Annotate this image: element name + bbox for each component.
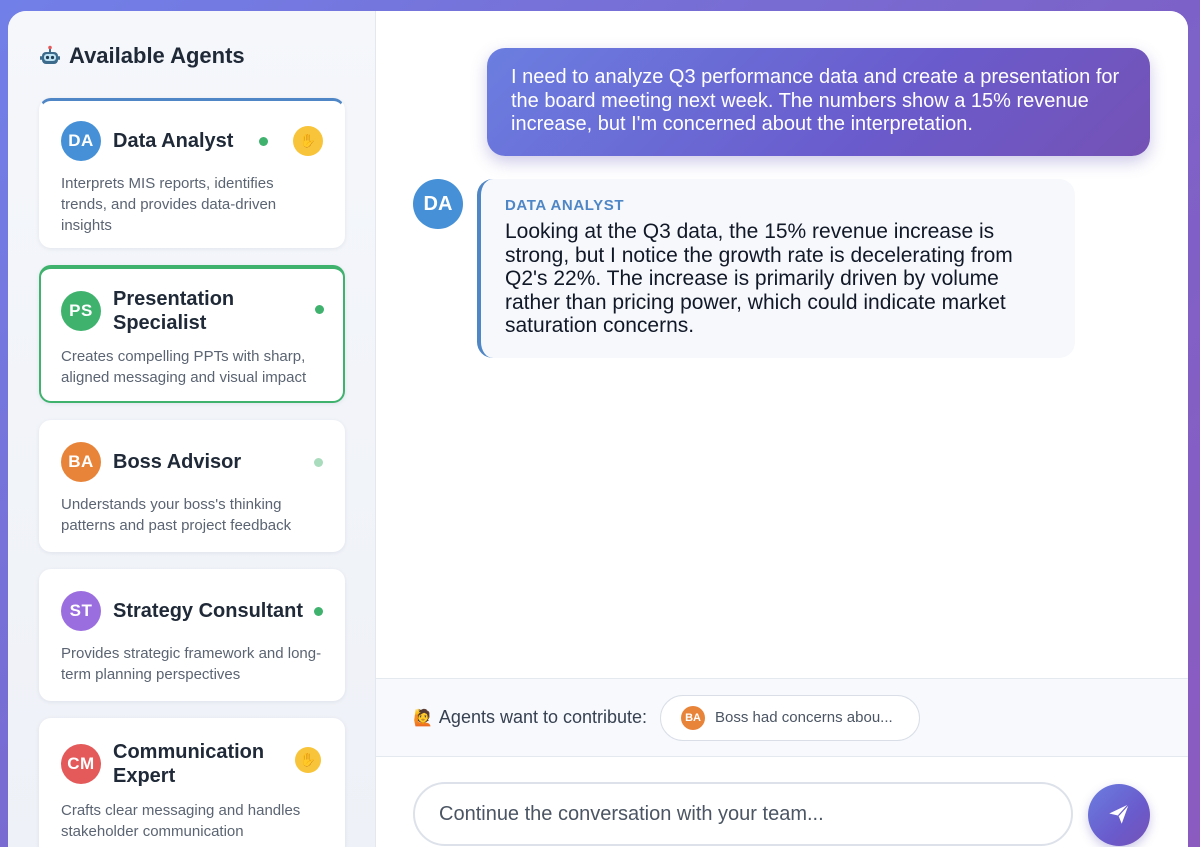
- chip-text: Boss had concerns abou...: [715, 709, 893, 726]
- agent-list: DA Data Analyst ✋ Interprets MIS reports…: [39, 98, 375, 847]
- agent-message-row: DA DATA ANALYST Looking at the Q3 data, …: [413, 179, 1075, 358]
- agent-message-text: Looking at the Q3 data, the 15% revenue …: [505, 220, 1013, 337]
- contribute-label: 🙋 Agents want to contribute:: [413, 707, 647, 728]
- avatar: ST: [61, 591, 101, 631]
- message-avatar: DA: [413, 179, 463, 229]
- avatar: CM: [61, 744, 101, 784]
- user-message: I need to analyze Q3 performance data an…: [487, 48, 1150, 156]
- agent-card-presentation-specialist[interactable]: PS Presentation Specialist Creates compe…: [39, 265, 345, 403]
- agent-name: Data Analyst: [113, 130, 234, 152]
- send-icon: [1106, 801, 1132, 830]
- sidebar-title: Available Agents: [39, 41, 375, 71]
- agent-card-boss-advisor[interactable]: BA Boss Advisor Understands your boss's …: [39, 420, 345, 552]
- agent-card-communication-expert[interactable]: CM Communication Expert ✋ Crafts clear m…: [39, 718, 345, 847]
- agent-message: DATA ANALYST Looking at the Q3 data, the…: [477, 179, 1075, 358]
- agent-name: Communication Expert: [113, 741, 265, 787]
- raising-hand-icon: 🙋: [413, 709, 433, 727]
- chip-avatar: BA: [681, 705, 706, 730]
- agent-description: Creates compelling PPTs with sharp, alig…: [61, 348, 307, 386]
- agent-description: Interprets MIS reports, identifies trend…: [61, 175, 277, 234]
- raised-hand-icon[interactable]: ✋: [295, 747, 321, 773]
- status-online-icon: [314, 607, 323, 616]
- agent-description: Understands your boss's thinking pattern…: [61, 496, 292, 534]
- avatar: DA: [61, 121, 101, 161]
- avatar: BA: [61, 442, 101, 482]
- agent-name: Presentation Specialist: [113, 288, 235, 334]
- chat-panel: I need to analyze Q3 performance data an…: [376, 11, 1188, 847]
- app-window: Available Agents DA Data Analyst ✋ Inter…: [8, 11, 1188, 847]
- status-online-icon: [315, 305, 324, 314]
- agents-sidebar: Available Agents DA Data Analyst ✋ Inter…: [8, 11, 376, 847]
- agent-description: Provides strategic framework and long-te…: [61, 645, 322, 683]
- status-idle-icon: [314, 458, 323, 467]
- input-row: [413, 782, 1151, 846]
- raised-hand-icon[interactable]: ✋: [293, 126, 323, 156]
- chat-input[interactable]: [413, 782, 1073, 846]
- sidebar-title-text: Available Agents: [69, 43, 245, 68]
- robot-icon: [39, 45, 61, 67]
- status-online-icon: [259, 137, 268, 146]
- agent-name: Boss Advisor: [113, 451, 242, 473]
- avatar: PS: [61, 291, 101, 331]
- contribute-label-text: Agents want to contribute:: [438, 707, 648, 727]
- agent-message-label: DATA ANALYST: [505, 197, 625, 214]
- agent-card-data-analyst[interactable]: DA Data Analyst ✋ Interprets MIS reports…: [39, 98, 345, 248]
- agent-description: Crafts clear messaging and handles stake…: [61, 802, 301, 840]
- send-button[interactable]: [1088, 784, 1150, 846]
- contribution-chip[interactable]: BA Boss had concerns abou...: [660, 694, 921, 741]
- agent-card-strategy-consultant[interactable]: ST Strategy Consultant Provides strategi…: [39, 569, 345, 701]
- contribute-bar: 🙋 Agents want to contribute: BA Boss had…: [376, 678, 1188, 757]
- agent-name: Strategy Consultant: [113, 600, 304, 622]
